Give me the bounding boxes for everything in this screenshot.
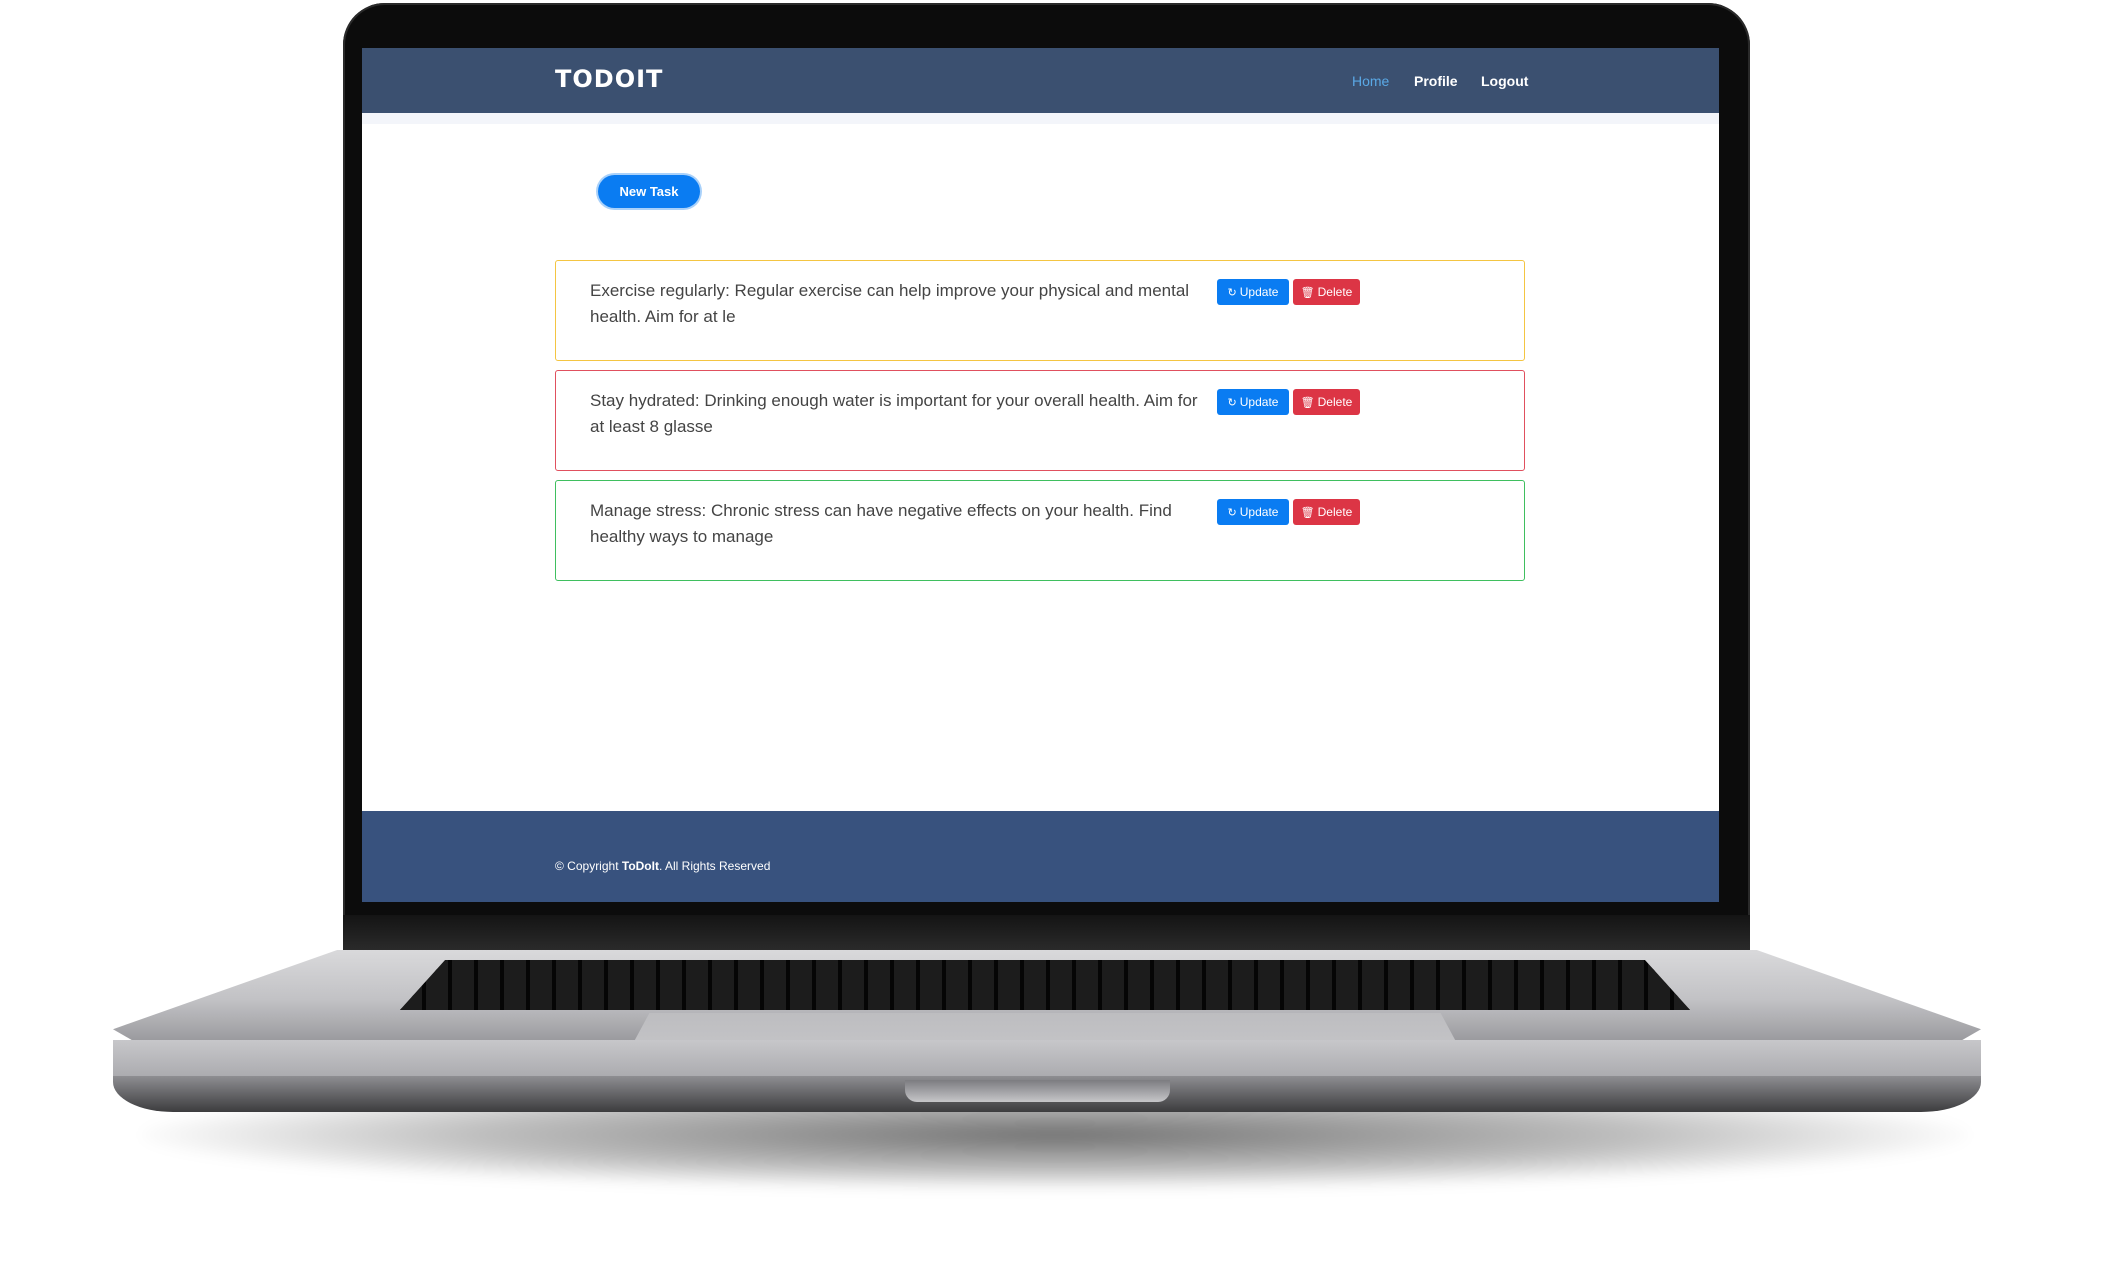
update-button[interactable]: ↻ Update [1217, 499, 1289, 525]
task-card: Stay hydrated: Drinking enough water is … [555, 370, 1525, 471]
update-label: Update [1239, 285, 1279, 299]
delete-label: Delete [1317, 505, 1353, 519]
navbar-divider [362, 113, 1719, 124]
task-card: Exercise regularly: Regular exercise can… [555, 260, 1525, 361]
task-text: Stay hydrated: Drinking enough water is … [590, 391, 1198, 436]
navbar: TODOIT Home Profile Logout [362, 48, 1719, 113]
copyright-suffix: . All Rights Reserved [658, 859, 771, 873]
task-text: Manage stress: Chronic stress can have n… [590, 501, 1172, 546]
app-screen: TODOIT Home Profile Logout New Task Exer… [362, 48, 1719, 902]
new-task-button[interactable]: New Task [598, 175, 700, 208]
nav-logout-link[interactable]: Logout [1481, 73, 1528, 89]
laptop-base-front [113, 1040, 1981, 1080]
laptop-keyboard [400, 960, 1690, 1010]
brand-logo[interactable]: TODOIT [555, 65, 663, 93]
copyright-brand: ToDoIt [621, 859, 659, 873]
copyright-text: © Copyright ToDoIt. All Rights Reserved [555, 859, 770, 873]
delete-label: Delete [1317, 285, 1353, 299]
update-label: Update [1239, 395, 1279, 409]
delete-button[interactable]: 🗑 Delete [1293, 499, 1360, 525]
task-card: Manage stress: Chronic stress can have n… [555, 480, 1525, 581]
delete-label: Delete [1317, 395, 1353, 409]
refresh-icon: ↻ [1227, 506, 1237, 519]
laptop-mockup: TODOIT Home Profile Logout New Task Exer… [0, 0, 2107, 1264]
task-text: Exercise regularly: Regular exercise can… [590, 281, 1190, 326]
copyright-prefix: © Copyright [555, 859, 622, 873]
nav-home-link[interactable]: Home [1352, 73, 1389, 89]
delete-button[interactable]: 🗑 Delete [1293, 279, 1360, 305]
trash-icon: 🗑 [1300, 396, 1315, 409]
update-label: Update [1239, 505, 1279, 519]
laptop-notch [905, 1080, 1170, 1102]
delete-button[interactable]: 🗑 Delete [1293, 389, 1360, 415]
update-button[interactable]: ↻ Update [1217, 389, 1289, 415]
laptop-hinge [343, 915, 1750, 953]
footer: © Copyright ToDoIt. All Rights Reserved [362, 811, 1719, 902]
refresh-icon: ↻ [1227, 286, 1237, 299]
trash-icon: 🗑 [1300, 286, 1315, 299]
refresh-icon: ↻ [1227, 396, 1237, 409]
update-button[interactable]: ↻ Update [1217, 279, 1289, 305]
nav-profile-link[interactable]: Profile [1414, 73, 1458, 89]
trash-icon: 🗑 [1300, 506, 1315, 519]
